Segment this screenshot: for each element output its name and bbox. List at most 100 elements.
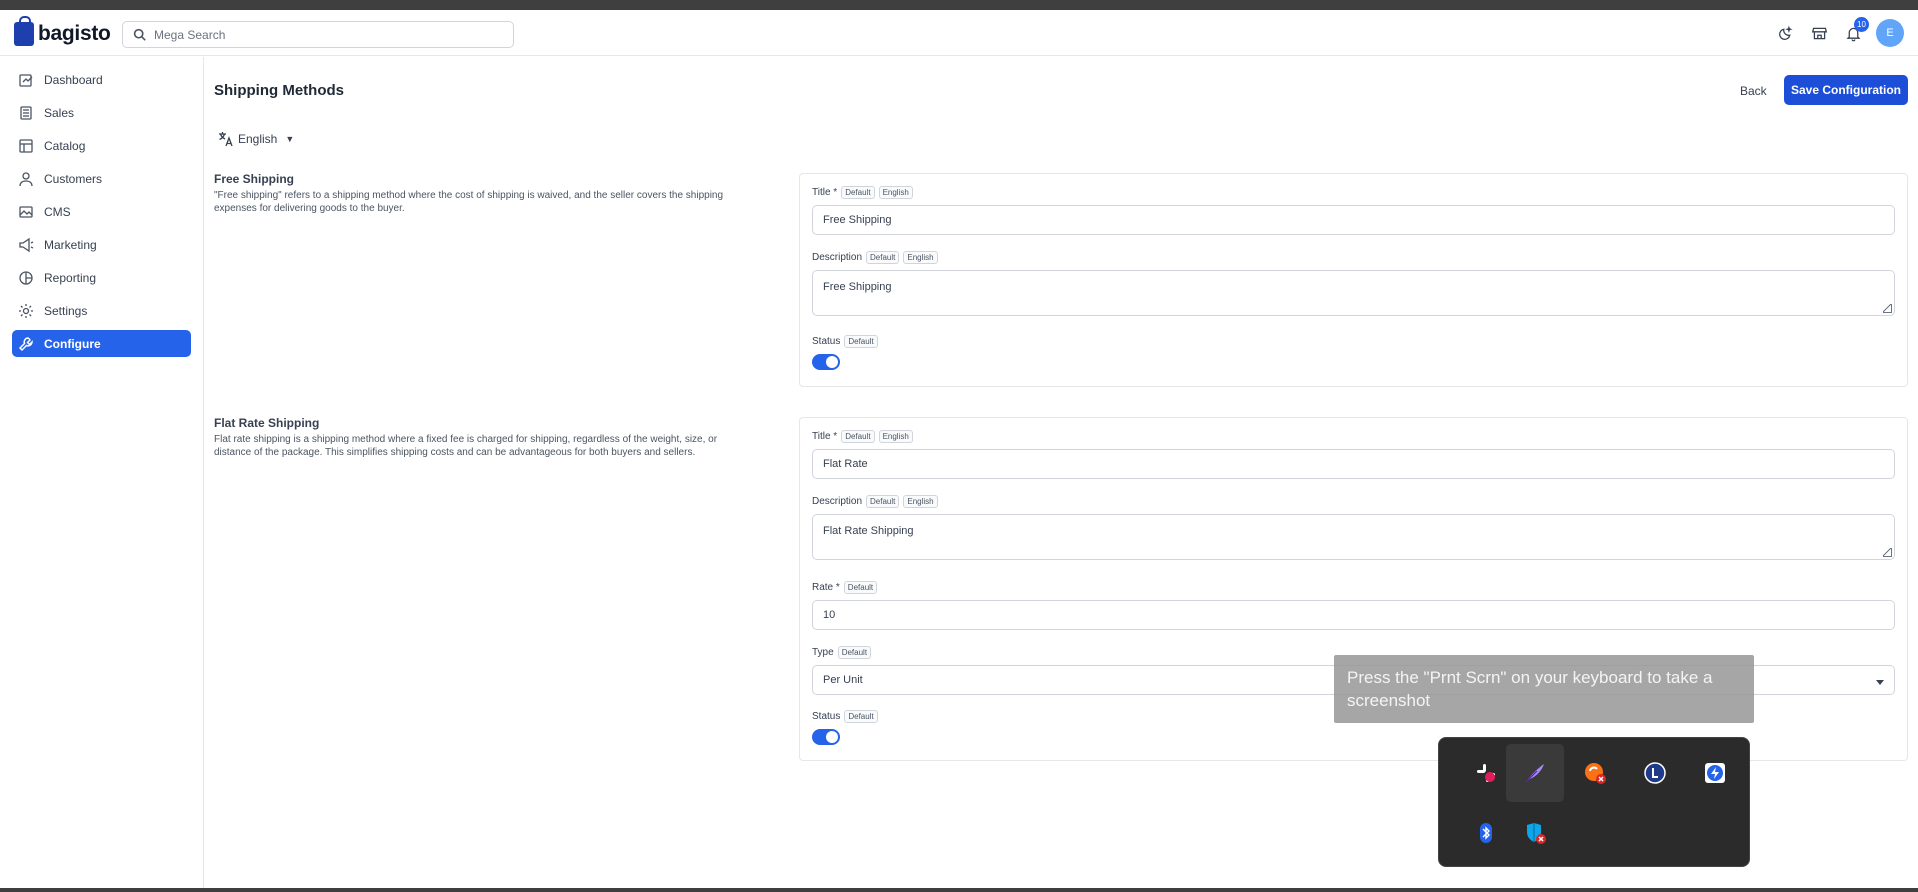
brand-name: bagisto	[38, 22, 111, 45]
reporting-icon	[19, 270, 33, 285]
free-shipping-heading: Free Shipping	[214, 172, 295, 186]
sidebar-item-label: Catalog	[44, 138, 86, 153]
field-label: Status	[812, 710, 841, 722]
back-button[interactable]: Back	[1730, 78, 1777, 104]
notifications-button[interactable]: 10	[1842, 17, 1869, 44]
l-circle-icon	[1644, 762, 1666, 784]
dark-mode-toggle[interactable]	[1774, 22, 1796, 44]
catalog-icon	[19, 138, 33, 153]
sales-icon	[20, 105, 32, 120]
customers-icon	[19, 171, 33, 186]
tray-security[interactable]	[1506, 804, 1564, 862]
flat-rate-rate-field: Rate * Default 10	[812, 580, 1895, 630]
configure-icon	[18, 336, 33, 351]
free-shipping-title-field: Title * Default English Free Shipping	[812, 185, 1895, 235]
sidebar-item-label: CMS	[44, 204, 71, 219]
flat-rate-description-textarea[interactable]: Flat Rate Shipping	[812, 514, 1895, 560]
screenshot-tip-tooltip: Press the "Prnt Scrn" on your keyboard t…	[1334, 655, 1754, 723]
page-title: Shipping Methods	[214, 82, 344, 99]
system-tray-flyout	[1438, 737, 1750, 867]
tray-sync-error[interactable]	[1566, 744, 1624, 802]
feather-pen-icon	[1525, 764, 1544, 783]
moon-icon	[1778, 25, 1793, 40]
sidebar-item-customers[interactable]: Customers	[12, 165, 191, 192]
save-configuration-button[interactable]: Save Configuration	[1784, 75, 1908, 105]
sidebar-item-label: Marketing	[44, 237, 97, 252]
search-input[interactable]: Mega Search	[122, 21, 514, 48]
top-header: bagisto Mega Search 10 E	[0, 10, 1918, 56]
field-label: Description	[812, 495, 863, 507]
flat-rate-status-toggle[interactable]	[812, 729, 840, 745]
free-shipping-info: Free Shipping "Free shipping" refers to …	[214, 172, 754, 215]
search-placeholder: Mega Search	[154, 27, 226, 42]
flat-rate-title-input[interactable]: Flat Rate	[812, 449, 1895, 479]
default-tag: Default	[844, 709, 878, 723]
sidebar-item-label: Sales	[44, 105, 75, 120]
flat-rate-rate-input[interactable]: 10	[812, 600, 1895, 630]
free-shipping-title-input[interactable]: Free Shipping	[812, 205, 1895, 235]
tray-lightning[interactable]	[1686, 744, 1744, 802]
flat-rate-description-field: Description Default English Flat Rate Sh…	[812, 494, 1895, 560]
shield-error-icon	[1527, 823, 1546, 844]
tray-feather-pen[interactable]	[1506, 744, 1564, 802]
default-tag: Default	[866, 250, 900, 264]
sidebar-item-sales[interactable]: Sales	[12, 99, 191, 126]
sidebar-item-label: Customers	[44, 171, 103, 186]
field-label: Title *	[812, 430, 838, 442]
field-label: Rate *	[812, 581, 840, 593]
free-shipping-status-field: Status Default	[812, 334, 1895, 370]
free-shipping-description-field: Description Default English Free Shippin…	[812, 250, 1895, 316]
dashboard-icon	[19, 73, 33, 87]
sidebar-item-catalog[interactable]: Catalog	[12, 132, 191, 159]
default-tag: Default	[844, 334, 878, 348]
chevron-down-icon	[1876, 680, 1884, 685]
flat-rate-title-field: Title * Default English Flat Rate	[812, 429, 1895, 479]
window-top-strip	[0, 0, 1918, 10]
sidebar-item-label: Dashboard	[44, 72, 103, 87]
cms-icon	[19, 205, 33, 218]
translate-icon	[219, 132, 233, 147]
sidebar-item-cms[interactable]: CMS	[12, 198, 191, 225]
avatar[interactable]: E	[1876, 19, 1904, 47]
field-label: Title *	[812, 186, 838, 198]
field-label: Status	[812, 335, 841, 347]
field-label: Description	[812, 251, 863, 263]
sidebar-item-marketing[interactable]: Marketing	[12, 231, 191, 258]
bag-icon	[14, 16, 34, 46]
marketing-icon	[19, 237, 34, 252]
flat-rate-heading: Flat Rate Shipping	[214, 416, 320, 430]
search-icon	[133, 28, 146, 41]
notification-badge: 10	[1854, 17, 1869, 32]
flat-rate-info: Flat Rate Shipping Flat rate shipping is…	[214, 416, 754, 459]
tray-l-app[interactable]	[1626, 744, 1684, 802]
caret-down-icon: ▼	[285, 134, 295, 144]
default-tag: Default	[866, 494, 900, 508]
default-tag: Default	[841, 185, 875, 199]
sidebar-item-reporting[interactable]: Reporting	[12, 264, 191, 291]
brand-logo[interactable]: bagisto	[14, 16, 111, 46]
default-tag: Default	[841, 429, 875, 443]
free-shipping-description: "Free shipping" refers to a shipping met…	[214, 190, 724, 214]
locale-label: English	[238, 132, 278, 146]
free-shipping-panel: Title * Default English Free Shipping De…	[799, 173, 1908, 387]
bluetooth-icon	[1480, 823, 1492, 843]
sidebar-item-label: Reporting	[44, 270, 97, 285]
flat-rate-description: Flat rate shipping is a shipping method …	[214, 434, 718, 458]
slack-icon	[1477, 764, 1495, 782]
sidebar-item-label: Settings	[44, 303, 88, 318]
default-tag: Default	[837, 645, 872, 659]
sidebar-item-configure[interactable]: Configure	[12, 330, 191, 357]
locale-switcher[interactable]: English ▼	[218, 131, 294, 147]
default-tag: Default	[843, 580, 878, 594]
sidebar-item-settings[interactable]: Settings	[12, 297, 191, 324]
select-value: Per Unit	[823, 674, 863, 686]
sync-error-icon	[1585, 763, 1606, 784]
free-shipping-description-textarea[interactable]: Free Shipping	[812, 270, 1895, 316]
settings-icon	[19, 303, 33, 318]
sidebar-item-dashboard[interactable]: Dashboard	[12, 66, 191, 93]
english-tag: English	[878, 429, 913, 443]
lightning-icon	[1705, 763, 1725, 783]
english-tag: English	[903, 494, 938, 508]
free-shipping-status-toggle[interactable]	[812, 354, 840, 370]
storefront-button[interactable]	[1808, 22, 1830, 44]
